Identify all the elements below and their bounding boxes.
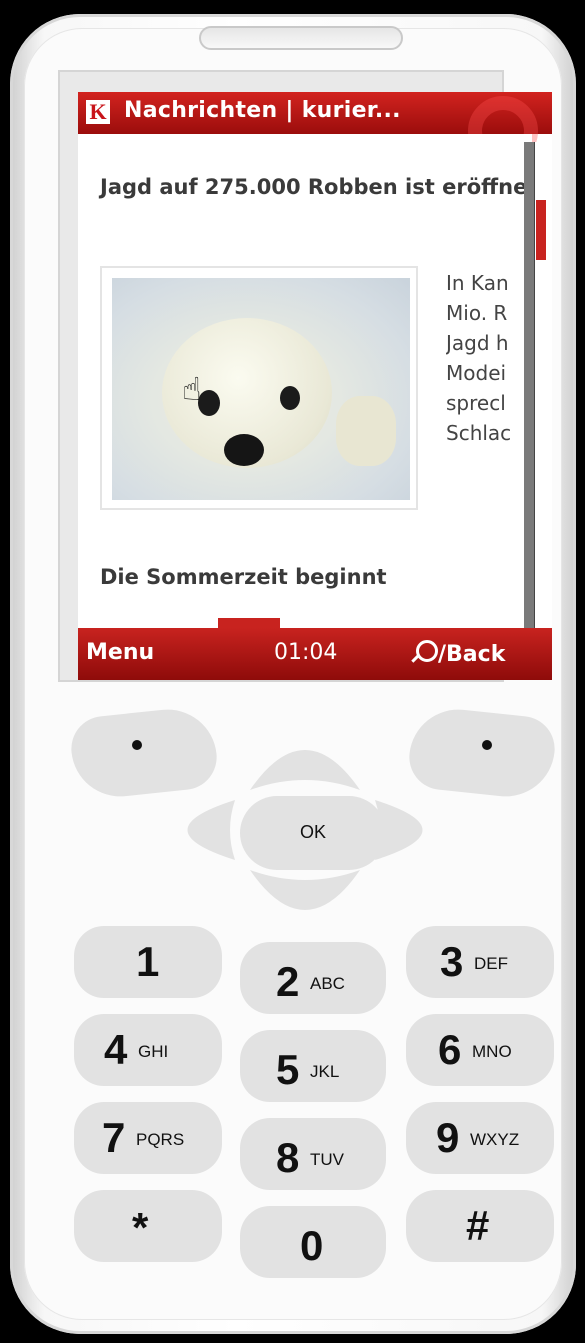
seal-photo: ☝	[112, 278, 410, 500]
key-letters: MNO	[472, 1042, 512, 1061]
speaker-grille	[199, 26, 403, 50]
key-3[interactable]: 3 DEF	[406, 926, 554, 998]
key-number: 4	[104, 1026, 128, 1073]
seal-nose	[224, 434, 264, 466]
phone-screen: K Nachrichten | kurier... Jagd auf 275.0…	[78, 92, 552, 680]
right-soft-key-dot	[482, 740, 492, 750]
back-label: /Back	[438, 642, 506, 667]
key-letters: PQRS	[136, 1130, 185, 1149]
key-6[interactable]: 6 MNO	[406, 1014, 554, 1086]
hand-cursor-icon: ☝	[182, 370, 202, 408]
dpad-down[interactable]	[250, 870, 360, 910]
article-teaser[interactable]: In Kan Mio. R Jagd h Modei sprecl Schlac	[446, 268, 532, 448]
search-icon	[416, 640, 438, 662]
key-letters: WXYZ	[470, 1130, 520, 1149]
menu-softkey[interactable]: Menu	[86, 640, 154, 665]
key-number: 6	[438, 1026, 462, 1073]
teaser-line: Mio. R	[446, 301, 508, 325]
browser-titlebar: K Nachrichten | kurier...	[78, 92, 552, 166]
key-number: 9	[436, 1114, 460, 1161]
softkey-bar: Menu 01:04 /Back	[78, 628, 552, 680]
horizontal-scroll-thumb[interactable]	[218, 618, 280, 628]
key-letters: GHI	[138, 1042, 169, 1061]
key-0[interactable]: 0	[240, 1206, 386, 1278]
next-article-headline[interactable]: Die Sommerzeit beginnt	[100, 560, 532, 594]
key-star[interactable]: *	[74, 1190, 222, 1262]
article-headline[interactable]: Jagd auf 275.000 Robben ist eröffnet	[100, 170, 532, 204]
key-hash[interactable]: #	[406, 1190, 554, 1262]
key-9[interactable]: 9 WXYZ	[406, 1102, 554, 1174]
key-5[interactable]: 5 JKL	[240, 1030, 386, 1102]
seal-eye	[280, 386, 300, 410]
teaser-line: Schlac	[446, 421, 512, 445]
key-number: 2	[276, 958, 300, 1005]
kurier-logo: K	[86, 100, 110, 124]
key-number: 7	[102, 1114, 126, 1161]
article-image-frame[interactable]: ☝	[100, 266, 418, 510]
key-1[interactable]: 1	[74, 926, 222, 998]
key-number: #	[466, 1202, 490, 1249]
clock: 01:04	[274, 640, 338, 665]
ok-button[interactable]: OK	[240, 796, 386, 870]
key-8[interactable]: 8 TUV	[240, 1118, 386, 1190]
seal-flipper	[336, 396, 396, 466]
key-letters: DEF	[474, 954, 508, 973]
key-2[interactable]: 2 ABC	[240, 942, 386, 1014]
dpad-up[interactable]	[250, 750, 360, 790]
key-7[interactable]: 7 PQRS	[74, 1102, 222, 1174]
teaser-line: Jagd h	[446, 331, 509, 355]
ok-label: OK	[300, 822, 327, 842]
key-number: *	[132, 1204, 149, 1251]
key-number: 0	[300, 1222, 324, 1269]
key-number: 3	[440, 938, 464, 985]
key-letters: ABC	[310, 974, 345, 993]
page-title: Nachrichten | kurier...	[124, 98, 401, 123]
page-content[interactable]: Jagd auf 275.000 Robben ist eröffnet ☝ I…	[78, 134, 532, 628]
key-letters: JKL	[310, 1062, 340, 1081]
dpad-left[interactable]	[187, 800, 236, 860]
vertical-scroll-thumb[interactable]	[536, 200, 546, 260]
key-number: 8	[276, 1134, 300, 1181]
key-letters: TUV	[310, 1150, 344, 1169]
teaser-line: sprecl	[446, 391, 506, 415]
key-4[interactable]: 4 GHI	[74, 1014, 222, 1086]
key-number: 5	[276, 1046, 300, 1093]
teaser-line: Modei	[446, 361, 507, 385]
key-number: 1	[136, 938, 160, 985]
back-softkey[interactable]: /Back	[416, 640, 505, 667]
teaser-line: In Kan	[446, 271, 509, 295]
